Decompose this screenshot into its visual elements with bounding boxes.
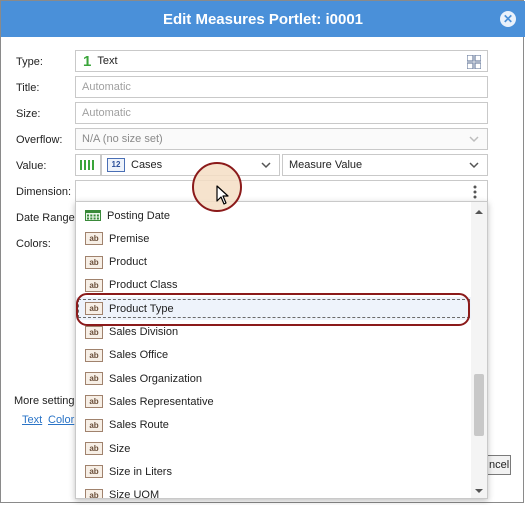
type-value: Text	[97, 55, 118, 67]
close-icon[interactable]: ✕	[500, 11, 516, 27]
more-vertical-icon[interactable]	[473, 185, 477, 199]
dimension-option-label: Sales Organization	[109, 372, 202, 385]
dimension-option[interactable]: ab Sales Route	[76, 414, 472, 437]
size-input[interactable]: Automatic	[75, 102, 488, 124]
dimension-option[interactable]: Posting Date	[76, 204, 472, 227]
aggregate-text: Measure Value	[289, 159, 363, 171]
dimension-input[interactable]	[75, 180, 488, 202]
dimension-dropdown: Posting Date ab Premise ab Product ab Product …	[75, 201, 488, 499]
aggregate-select[interactable]: Measure Value	[282, 154, 488, 176]
text-type-icon: ab	[85, 488, 103, 498]
dimension-option[interactable]: ab Sales Representative	[76, 390, 472, 413]
dimension-option-label: Size	[109, 442, 131, 455]
text-type-icon: ab	[85, 232, 103, 246]
highlight-outline	[76, 293, 470, 326]
numeric-type-icon: 12	[107, 158, 125, 172]
dimension-option[interactable]: ab Product	[76, 251, 472, 274]
dropdown-scrollbar[interactable]	[471, 202, 487, 498]
dimension-option[interactable]: ab Size UOM	[76, 484, 472, 499]
dimension-option-label: Size in Liters	[109, 465, 172, 478]
dimension-option[interactable]: ab Premise	[76, 227, 472, 250]
grid-icon[interactable]	[467, 55, 481, 69]
mouse-pointer-icon	[216, 185, 229, 205]
overflow-select[interactable]: N/A (no size set)	[75, 128, 488, 150]
title-input[interactable]: Automatic	[75, 76, 488, 98]
dimension-option-label: Size UOM	[109, 489, 160, 499]
scroll-down-icon[interactable]	[475, 487, 483, 495]
value-label: Value:	[16, 160, 47, 172]
type-selector[interactable]: 1 Text	[75, 50, 488, 72]
title-placeholder: Automatic	[82, 81, 131, 93]
text-type-icon: ab	[85, 442, 103, 455]
type-label: Type:	[16, 56, 43, 68]
dimension-option[interactable]: ab Size in Liters	[76, 460, 472, 483]
date-range-label: Date Range:	[16, 212, 78, 224]
dimension-option[interactable]: ab Sales Organization	[76, 367, 472, 390]
text-type-icon: ab	[85, 465, 103, 479]
colors-link[interactable]: Color	[48, 414, 74, 426]
dimension-label: Dimension:	[16, 186, 72, 198]
text-type-icon: ab	[85, 372, 103, 386]
overflow-label: Overflow:	[16, 134, 63, 146]
dimension-option-label: Premise	[109, 232, 150, 245]
text-type-icon: ab	[85, 395, 103, 409]
dimension-option-label: Sales Division	[109, 326, 179, 338]
dimension-option-label: Sales Route	[109, 419, 169, 432]
measure-type-button[interactable]	[75, 154, 101, 176]
text-type-icon: ab	[85, 255, 103, 269]
value-field-select[interactable]: 12 Cases	[101, 154, 280, 176]
dialog-titlebar: Edit Measures Portlet: i0001 ✕	[1, 1, 525, 37]
edit-measures-dialog: Edit Measures Portlet: i0001 ✕ Type: 1 T…	[0, 0, 525, 503]
chevron-down-icon	[261, 162, 271, 169]
dimension-option-label: Sales Representative	[109, 395, 214, 408]
dimension-option-label: Posting Date	[107, 209, 170, 222]
value-field-text: Cases	[131, 159, 163, 171]
overflow-value: N/A (no size set)	[82, 133, 163, 145]
calendar-icon	[85, 210, 101, 221]
chevron-down-icon	[469, 162, 479, 169]
dimension-option-label: Product Class	[109, 279, 178, 292]
dimension-option[interactable]: ab Size	[76, 437, 472, 460]
dimension-option-label: Sales Office	[109, 349, 169, 362]
more-settings-label: More setting	[14, 395, 75, 407]
scroll-up-icon[interactable]	[475, 208, 483, 216]
size-label: Size:	[16, 108, 41, 120]
title-label: Title:	[16, 82, 40, 94]
text-type-icon: ab	[85, 325, 103, 339]
scrollbar-thumb[interactable]	[474, 374, 484, 436]
chevron-down-icon	[469, 136, 479, 143]
dimension-option[interactable]: ab Sales Office	[76, 344, 472, 367]
bars-icon	[80, 160, 94, 170]
text-type-icon: ab	[85, 278, 103, 292]
text-type-icon: ab	[85, 418, 103, 432]
cancel-button-label: ncel	[489, 459, 510, 471]
text-link[interactable]: Text	[22, 414, 42, 426]
dimension-option-label: Product	[109, 256, 147, 269]
size-placeholder: Automatic	[82, 107, 131, 119]
type-number-badge: 1	[83, 52, 92, 70]
dialog-title: Edit Measures Portlet: i0001	[162, 10, 364, 28]
colors-label: Colors:	[16, 238, 51, 250]
text-type-icon: ab	[85, 348, 103, 362]
